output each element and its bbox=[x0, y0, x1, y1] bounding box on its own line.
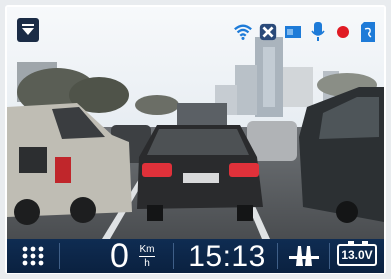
divider bbox=[173, 243, 174, 269]
dashcam-live-view[interactable] bbox=[7, 7, 384, 239]
apps-grid-button[interactable] bbox=[13, 242, 53, 270]
microphone-icon[interactable] bbox=[308, 21, 328, 43]
road-icon bbox=[289, 246, 319, 266]
bluetooth-off-icon[interactable] bbox=[258, 21, 278, 43]
menu-down-icon bbox=[22, 24, 34, 35]
app-window: 0 Km h 15:13 13.0V bbox=[5, 5, 386, 274]
speaker-icon[interactable] bbox=[283, 21, 303, 43]
building bbox=[235, 65, 257, 115]
bottom-toolbar: 0 Km h 15:13 13.0V bbox=[7, 237, 384, 274]
divider bbox=[277, 243, 278, 269]
apps-grid-icon bbox=[22, 246, 44, 266]
record-dot-icon[interactable] bbox=[333, 21, 353, 43]
divider bbox=[329, 243, 330, 269]
building bbox=[283, 67, 313, 107]
speed-unit-top: Km bbox=[139, 244, 155, 255]
battery-voltage[interactable]: 13.0V bbox=[337, 241, 377, 266]
divider bbox=[59, 243, 60, 269]
sd-card-icon[interactable] bbox=[358, 21, 378, 43]
status-icons bbox=[233, 21, 378, 43]
speed-unit-bottom: h bbox=[144, 258, 150, 269]
menu-toggle-button[interactable] bbox=[17, 18, 39, 42]
clock: 15:13 bbox=[188, 240, 266, 273]
battery-voltage-label: 13.0V bbox=[341, 248, 373, 262]
road-view-button[interactable] bbox=[288, 243, 320, 269]
wifi-icon[interactable] bbox=[233, 21, 253, 43]
speed-value: 0 bbox=[110, 237, 129, 274]
speed-unit: Km h bbox=[137, 244, 157, 269]
